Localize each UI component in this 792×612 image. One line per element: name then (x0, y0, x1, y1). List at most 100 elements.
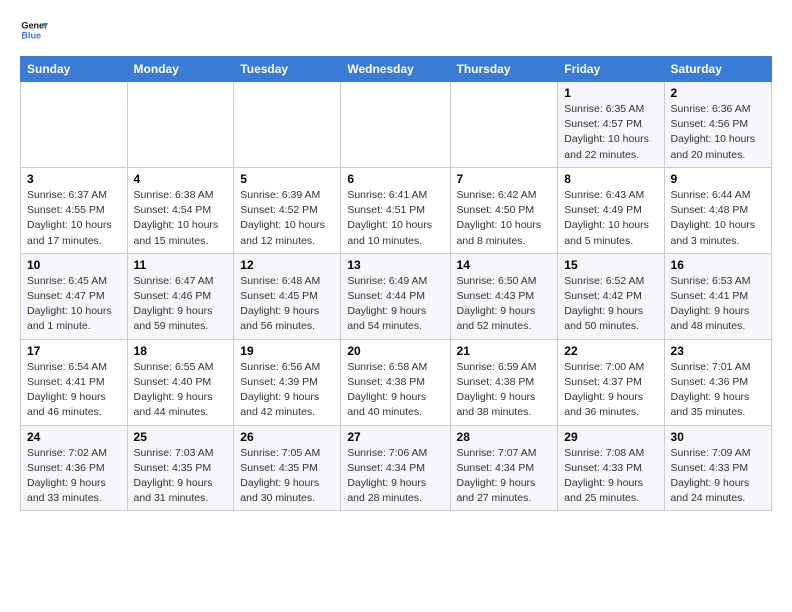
calendar-cell: 13 Sunrise: 6:49 AM Sunset: 4:44 PM Dayli… (341, 253, 450, 339)
day-info: Sunrise: 6:42 AM Sunset: 4:50 PM Dayligh… (457, 188, 552, 249)
day-info: Sunrise: 6:54 AM Sunset: 4:41 PM Dayligh… (27, 360, 121, 421)
calendar-cell: 26 Sunrise: 7:05 AM Sunset: 4:35 PM Dayli… (234, 425, 341, 511)
day-info: Sunrise: 6:39 AM Sunset: 4:52 PM Dayligh… (240, 188, 334, 249)
calendar-cell: 4 Sunrise: 6:38 AM Sunset: 4:54 PM Daylig… (127, 167, 234, 253)
weekday-header-thursday: Thursday (450, 57, 558, 82)
calendar-page: General Blue SundayMondayTuesdayWednesda… (0, 0, 792, 527)
day-number: 11 (134, 258, 228, 272)
day-number: 18 (134, 344, 228, 358)
day-number: 10 (27, 258, 121, 272)
day-info: Sunrise: 6:49 AM Sunset: 4:44 PM Dayligh… (347, 274, 443, 335)
day-info: Sunrise: 7:06 AM Sunset: 4:34 PM Dayligh… (347, 446, 443, 507)
day-number: 1 (564, 86, 657, 100)
calendar-week-row: 24 Sunrise: 7:02 AM Sunset: 4:36 PM Dayli… (21, 425, 772, 511)
calendar-cell: 30 Sunrise: 7:09 AM Sunset: 4:33 PM Dayli… (664, 425, 771, 511)
day-number: 25 (134, 430, 228, 444)
day-number: 5 (240, 172, 334, 186)
day-info: Sunrise: 6:47 AM Sunset: 4:46 PM Dayligh… (134, 274, 228, 335)
day-info: Sunrise: 6:48 AM Sunset: 4:45 PM Dayligh… (240, 274, 334, 335)
logo: General Blue (20, 16, 48, 44)
calendar-week-row: 17 Sunrise: 6:54 AM Sunset: 4:41 PM Dayli… (21, 339, 772, 425)
calendar-cell: 22 Sunrise: 7:00 AM Sunset: 4:37 PM Dayli… (558, 339, 664, 425)
day-number: 20 (347, 344, 443, 358)
calendar-cell (21, 82, 128, 168)
weekday-header-wednesday: Wednesday (341, 57, 450, 82)
day-number: 19 (240, 344, 334, 358)
day-number: 29 (564, 430, 657, 444)
weekday-header-row: SundayMondayTuesdayWednesdayThursdayFrid… (21, 57, 772, 82)
day-number: 30 (671, 430, 765, 444)
header: General Blue (20, 16, 772, 44)
day-info: Sunrise: 6:55 AM Sunset: 4:40 PM Dayligh… (134, 360, 228, 421)
day-info: Sunrise: 7:09 AM Sunset: 4:33 PM Dayligh… (671, 446, 765, 507)
weekday-header-sunday: Sunday (21, 57, 128, 82)
day-number: 26 (240, 430, 334, 444)
calendar-week-row: 3Sunrise: 6:37 AM Sunset: 4:55 PM Daylig… (21, 167, 772, 253)
day-info: Sunrise: 6:35 AM Sunset: 4:57 PM Dayligh… (564, 102, 657, 163)
day-number: 21 (457, 344, 552, 358)
calendar-cell: 25 Sunrise: 7:03 AM Sunset: 4:35 PM Dayli… (127, 425, 234, 511)
day-number: 27 (347, 430, 443, 444)
svg-text:Blue: Blue (21, 30, 41, 40)
calendar-cell: 12Sunrise: 6:48 AM Sunset: 4:45 PM Dayli… (234, 253, 341, 339)
day-number: 13 (347, 258, 443, 272)
day-info: Sunrise: 6:36 AM Sunset: 4:56 PM Dayligh… (671, 102, 765, 163)
calendar-cell: 23Sunrise: 7:01 AM Sunset: 4:36 PM Dayli… (664, 339, 771, 425)
calendar-cell: 6Sunrise: 6:41 AM Sunset: 4:51 PM Daylig… (341, 167, 450, 253)
day-info: Sunrise: 7:03 AM Sunset: 4:35 PM Dayligh… (134, 446, 228, 507)
svg-text:General: General (21, 21, 48, 31)
calendar-cell (127, 82, 234, 168)
day-number: 15 (564, 258, 657, 272)
calendar-cell: 5 Sunrise: 6:39 AM Sunset: 4:52 PM Daylig… (234, 167, 341, 253)
calendar-cell: 27 Sunrise: 7:06 AM Sunset: 4:34 PM Dayli… (341, 425, 450, 511)
day-info: Sunrise: 7:07 AM Sunset: 4:34 PM Dayligh… (457, 446, 552, 507)
day-number: 4 (134, 172, 228, 186)
day-number: 24 (27, 430, 121, 444)
calendar-cell: 20 Sunrise: 6:58 AM Sunset: 4:38 PM Dayli… (341, 339, 450, 425)
day-info: Sunrise: 6:44 AM Sunset: 4:48 PM Dayligh… (671, 188, 765, 249)
day-number: 6 (347, 172, 443, 186)
day-info: Sunrise: 6:52 AM Sunset: 4:42 PM Dayligh… (564, 274, 657, 335)
calendar-cell: 15 Sunrise: 6:52 AM Sunset: 4:42 PM Dayli… (558, 253, 664, 339)
day-number: 16 (671, 258, 765, 272)
day-info: Sunrise: 6:50 AM Sunset: 4:43 PM Dayligh… (457, 274, 552, 335)
day-number: 7 (457, 172, 552, 186)
calendar-table: SundayMondayTuesdayWednesdayThursdayFrid… (20, 56, 772, 511)
calendar-cell: 8 Sunrise: 6:43 AM Sunset: 4:49 PM Daylig… (558, 167, 664, 253)
day-info: Sunrise: 7:08 AM Sunset: 4:33 PM Dayligh… (564, 446, 657, 507)
day-number: 17 (27, 344, 121, 358)
logo-icon: General Blue (20, 16, 48, 44)
calendar-cell (234, 82, 341, 168)
calendar-cell: 1 Sunrise: 6:35 AM Sunset: 4:57 PM Daylig… (558, 82, 664, 168)
calendar-cell: 21Sunrise: 6:59 AM Sunset: 4:38 PM Dayli… (450, 339, 558, 425)
day-info: Sunrise: 6:58 AM Sunset: 4:38 PM Dayligh… (347, 360, 443, 421)
calendar-week-row: 1 Sunrise: 6:35 AM Sunset: 4:57 PM Daylig… (21, 82, 772, 168)
calendar-cell: 2 Sunrise: 6:36 AM Sunset: 4:56 PM Daylig… (664, 82, 771, 168)
day-info: Sunrise: 6:43 AM Sunset: 4:49 PM Dayligh… (564, 188, 657, 249)
weekday-header-saturday: Saturday (664, 57, 771, 82)
day-number: 14 (457, 258, 552, 272)
calendar-cell: 14 Sunrise: 6:50 AM Sunset: 4:43 PM Dayli… (450, 253, 558, 339)
calendar-cell: 7 Sunrise: 6:42 AM Sunset: 4:50 PM Daylig… (450, 167, 558, 253)
calendar-cell: 17 Sunrise: 6:54 AM Sunset: 4:41 PM Dayli… (21, 339, 128, 425)
calendar-week-row: 10 Sunrise: 6:45 AM Sunset: 4:47 PM Dayli… (21, 253, 772, 339)
calendar-cell (450, 82, 558, 168)
day-number: 28 (457, 430, 552, 444)
day-info: Sunrise: 7:05 AM Sunset: 4:35 PM Dayligh… (240, 446, 334, 507)
day-info: Sunrise: 6:38 AM Sunset: 4:54 PM Dayligh… (134, 188, 228, 249)
day-info: Sunrise: 7:02 AM Sunset: 4:36 PM Dayligh… (27, 446, 121, 507)
weekday-header-friday: Friday (558, 57, 664, 82)
day-info: Sunrise: 6:45 AM Sunset: 4:47 PM Dayligh… (27, 274, 121, 335)
day-number: 3 (27, 172, 121, 186)
day-info: Sunrise: 7:00 AM Sunset: 4:37 PM Dayligh… (564, 360, 657, 421)
weekday-header-monday: Monday (127, 57, 234, 82)
calendar-cell: 29 Sunrise: 7:08 AM Sunset: 4:33 PM Dayli… (558, 425, 664, 511)
day-number: 22 (564, 344, 657, 358)
calendar-cell: 24 Sunrise: 7:02 AM Sunset: 4:36 PM Dayli… (21, 425, 128, 511)
day-number: 9 (671, 172, 765, 186)
calendar-cell: 3Sunrise: 6:37 AM Sunset: 4:55 PM Daylig… (21, 167, 128, 253)
day-number: 2 (671, 86, 765, 100)
day-number: 8 (564, 172, 657, 186)
day-info: Sunrise: 6:56 AM Sunset: 4:39 PM Dayligh… (240, 360, 334, 421)
day-info: Sunrise: 7:01 AM Sunset: 4:36 PM Dayligh… (671, 360, 765, 421)
